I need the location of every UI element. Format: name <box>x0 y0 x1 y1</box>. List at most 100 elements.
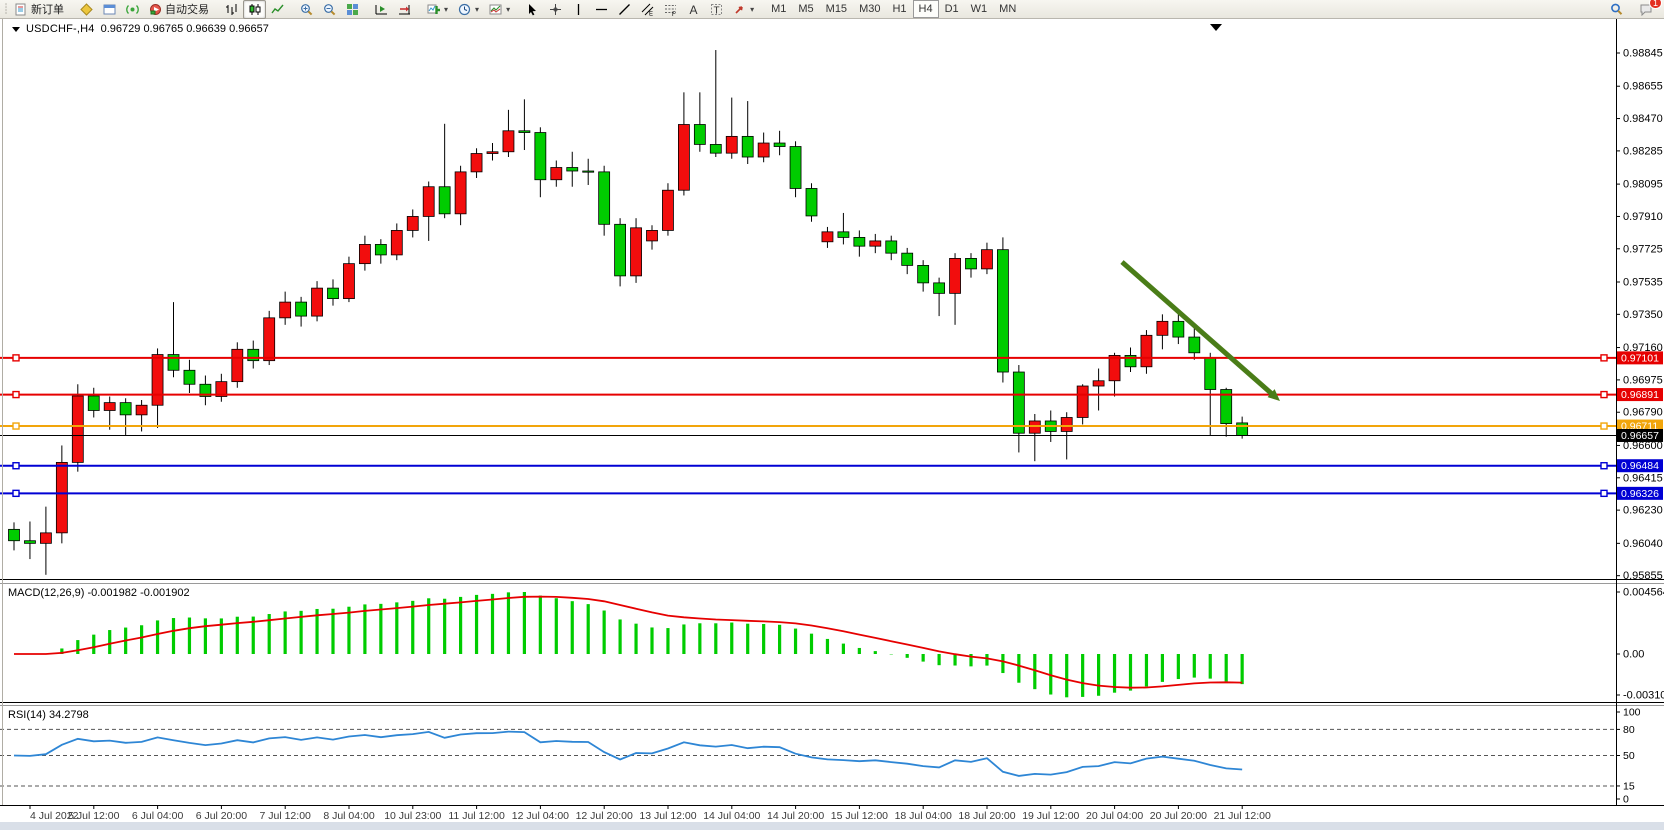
svg-text:20 Jul 20:00: 20 Jul 20:00 <box>1150 810 1207 822</box>
fibo-icon: F <box>664 3 677 16</box>
svg-text:0: 0 <box>1623 794 1629 806</box>
fibonacci-button[interactable]: F <box>659 0 682 19</box>
timeframe-button-m5[interactable]: M5 <box>792 0 819 18</box>
timeframe-button-m1[interactable]: M1 <box>765 0 792 18</box>
svg-text:21 Jul 12:00: 21 Jul 12:00 <box>1214 810 1271 822</box>
indicators-plus-icon <box>427 3 440 16</box>
svg-text:E: E <box>649 11 653 16</box>
svg-text:0.97535: 0.97535 <box>1623 277 1663 289</box>
svg-text:11 Jul 12:00: 11 Jul 12:00 <box>448 810 505 822</box>
timeframe-button-m15[interactable]: M15 <box>820 0 853 18</box>
svg-text:20 Jul 04:00: 20 Jul 04:00 <box>1086 810 1143 822</box>
chart-canvas[interactable]: 0.988450.986550.984700.982850.980950.979… <box>0 18 1664 830</box>
svg-text:0.96790: 0.96790 <box>1623 407 1663 419</box>
cursor-button[interactable] <box>521 0 544 19</box>
svg-text:12 Jul 20:00: 12 Jul 20:00 <box>576 810 633 822</box>
label-icon: T <box>710 3 723 16</box>
crosshair-button[interactable] <box>544 0 567 19</box>
timeframe-toolbar: M1M5M15M30H1H4D1W1MN <box>765 0 1022 18</box>
chart-shift-button[interactable] <box>393 0 416 19</box>
svg-text:0.96484: 0.96484 <box>1621 460 1659 472</box>
indicators-button[interactable]: ▾ <box>422 0 453 19</box>
new-order-button[interactable]: 新订单 <box>10 0 69 19</box>
toolbar-drag-handle[interactable]: ┊ <box>0 4 10 15</box>
svg-text:0.97350: 0.97350 <box>1623 309 1663 321</box>
zoom-out-button[interactable] <box>318 0 341 19</box>
toolbar-right: 1 <box>1605 0 1664 19</box>
svg-text:-0.003105: -0.003105 <box>1623 690 1664 702</box>
channel-icon: E <box>641 3 654 16</box>
svg-text:F: F <box>672 12 676 16</box>
bar-chart-button[interactable] <box>220 0 243 19</box>
svg-text:13 Jul 12:00: 13 Jul 12:00 <box>639 810 696 822</box>
tile-windows-button[interactable] <box>341 0 364 19</box>
svg-text:14 Jul 04:00: 14 Jul 04:00 <box>703 810 760 822</box>
svg-text:0.96415: 0.96415 <box>1623 472 1663 484</box>
svg-text:0.98655: 0.98655 <box>1623 81 1663 93</box>
text-button[interactable]: A <box>682 0 705 19</box>
chart-title-row: USDCHF-,H4 0.96729 0.96765 0.96639 0.966… <box>12 23 269 35</box>
toolbar-buttons: 新订单 自动交易 ▾ ▾ ▾ E F AT ▾ <box>10 0 765 19</box>
clock-icon <box>458 3 471 16</box>
cursor-icon <box>526 3 539 16</box>
trendline-icon <box>618 3 631 16</box>
svg-text:A: A <box>690 3 698 16</box>
svg-text:19 Jul 12:00: 19 Jul 12:00 <box>1022 810 1079 822</box>
blue-window-icon <box>103 3 116 16</box>
svg-text:12 Jul 04:00: 12 Jul 04:00 <box>512 810 569 822</box>
auto-scroll-button[interactable] <box>370 0 393 19</box>
data-window-button[interactable] <box>75 0 98 19</box>
timeframe-button-h4[interactable]: H4 <box>913 0 939 18</box>
line-chart-button[interactable] <box>266 0 289 19</box>
timeframe-button-m30[interactable]: M30 <box>853 0 886 18</box>
svg-text:0.98470: 0.98470 <box>1623 113 1663 125</box>
toolbar: ┊ 新订单 自动交易 ▾ ▾ ▾ E F AT ▾ M1M5M15M30H1H4D1W1MN 1 <box>0 0 1664 19</box>
svg-text:0.00: 0.00 <box>1623 649 1644 661</box>
timeframe-button-w1[interactable]: W1 <box>965 0 994 18</box>
svg-text:0.97725: 0.97725 <box>1623 243 1663 255</box>
templates-button-caret[interactable]: ▾ <box>506 5 510 14</box>
arrows-icon <box>733 3 746 16</box>
periods-button-caret[interactable]: ▾ <box>475 5 479 14</box>
templates-button[interactable]: ▾ <box>484 0 515 19</box>
label-button[interactable]: T <box>705 0 728 19</box>
auto-scroll-icon <box>375 3 388 16</box>
arrows-button-caret[interactable]: ▾ <box>750 5 754 14</box>
search-button[interactable] <box>1605 0 1628 19</box>
auto-trading-button[interactable]: 自动交易 <box>144 0 214 19</box>
trendline-button[interactable] <box>613 0 636 19</box>
price-badge-0.96891: 0.96891 <box>1617 388 1663 401</box>
signals-button[interactable] <box>121 0 144 19</box>
timeframe-button-d1[interactable]: D1 <box>939 0 965 18</box>
price-badge-0.96484: 0.96484 <box>1617 459 1663 472</box>
svg-text:0.98285: 0.98285 <box>1623 145 1663 157</box>
svg-text:15 Jul 12:00: 15 Jul 12:00 <box>831 810 888 822</box>
candlestick-chart-button[interactable] <box>243 0 266 19</box>
hline-icon <box>595 3 608 16</box>
svg-text:15: 15 <box>1623 780 1635 792</box>
chart-shift-icon <box>398 3 411 16</box>
new-order-button-label: 新订单 <box>31 1 64 17</box>
arrows-button[interactable]: ▾ <box>728 0 759 19</box>
chart-window[interactable]: USDCHF-,H4 0.96729 0.96765 0.96639 0.966… <box>0 18 1664 830</box>
notifications-button[interactable]: 1 <box>1634 0 1658 19</box>
timeframe-button-mn[interactable]: MN <box>993 0 1022 18</box>
timeframe-button-h1[interactable]: H1 <box>886 0 912 18</box>
horizontal-line-button[interactable] <box>590 0 613 19</box>
channel-button[interactable]: E <box>636 0 659 19</box>
current-price-badge: 0.96657 <box>1617 429 1663 442</box>
svg-text:10 Jul 23:00: 10 Jul 23:00 <box>384 810 441 822</box>
notification-count-badge: 1 <box>1649 0 1662 9</box>
auto-trading-icon <box>149 3 162 16</box>
indicators-button-caret[interactable]: ▾ <box>444 5 448 14</box>
symbol-dropdown-icon[interactable] <box>12 27 20 32</box>
zoom-in-button[interactable] <box>295 0 318 19</box>
svg-text:50: 50 <box>1623 750 1635 762</box>
svg-text:100: 100 <box>1623 707 1641 719</box>
macd-indicator-label: MACD(12,26,9) -0.001982 -0.001902 <box>8 587 190 599</box>
market-watch-button[interactable] <box>98 0 121 19</box>
vertical-line-button[interactable] <box>567 0 590 19</box>
template-icon <box>489 3 502 16</box>
mt4-application: ┊ 新订单 自动交易 ▾ ▾ ▾ E F AT ▾ M1M5M15M30H1H4D1W1MN 1… <box>0 0 1664 830</box>
periods-button[interactable]: ▾ <box>453 0 484 19</box>
